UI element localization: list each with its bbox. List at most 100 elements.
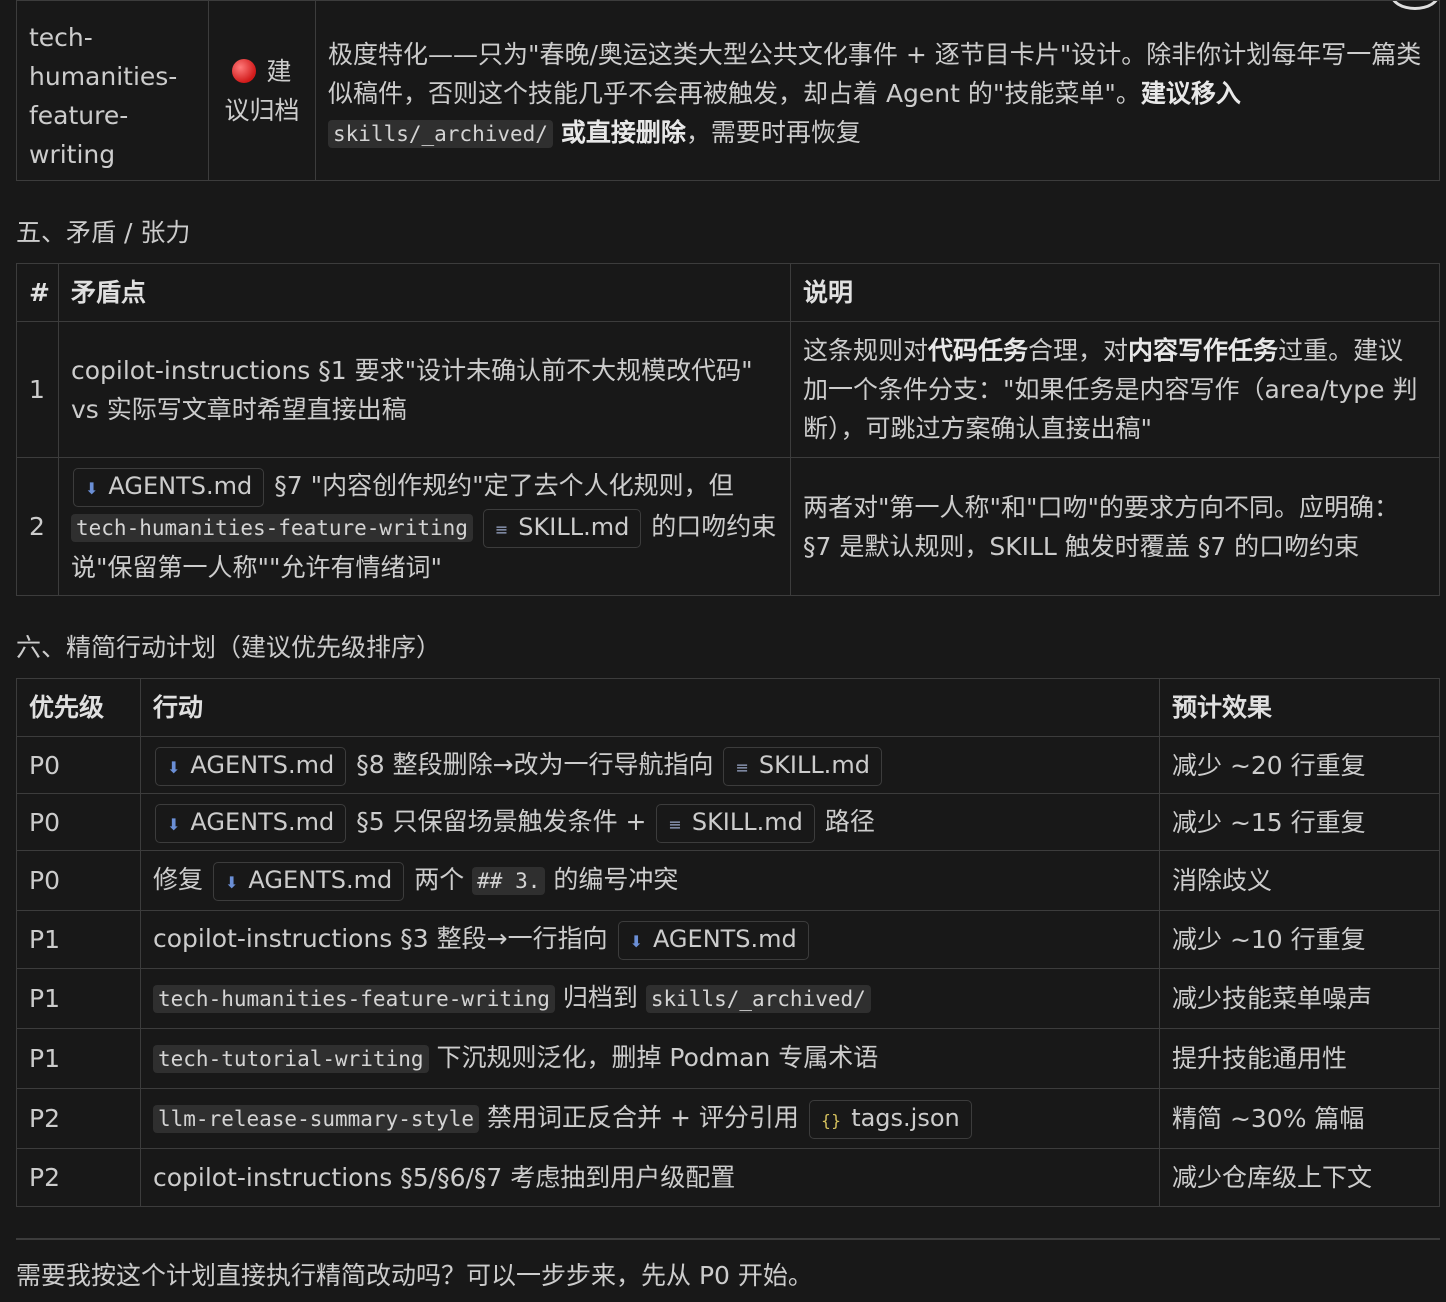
priority-cell: P1 bbox=[16, 968, 141, 1029]
note-text: 合理，对 bbox=[1028, 336, 1129, 365]
markdown-file-icon: ⬇ bbox=[167, 757, 181, 777]
heading-code: ## 3. bbox=[472, 867, 546, 895]
markdown-file-icon: ⬇ bbox=[167, 814, 181, 834]
table-row: P1 tech-humanities-feature-writing 归档到 s… bbox=[16, 968, 1440, 1029]
file-reference[interactable]: ≡ SKILL.md bbox=[656, 803, 815, 843]
action-cell: 修复 ⬇ AGENTS.md 两个 ## 3. 的编号冲突 bbox=[140, 850, 1160, 911]
priority-cell: P2 bbox=[16, 1148, 141, 1207]
file-reference[interactable]: ⬇ AGENTS.md bbox=[155, 803, 347, 843]
effect-cell: 消除歧义 bbox=[1159, 850, 1440, 911]
file-reference[interactable]: ⬇ AGENTS.md bbox=[155, 746, 347, 786]
conflict-note: 这条规则对代码任务合理，对内容写作任务过重。建议加一个条件分支："如果任务是内容… bbox=[790, 321, 1440, 458]
file-reference[interactable]: ≡ SKILL.md bbox=[482, 508, 642, 548]
action-cell: copilot-instructions §5/§6/§7 考虑抽到用户级配置 bbox=[140, 1148, 1160, 1207]
file-reference[interactable]: ⬇ AGENTS.md bbox=[212, 862, 405, 901]
table-row: P2 copilot-instructions §5/§6/§7 考虑抽到用户级… bbox=[16, 1148, 1440, 1207]
effect-cell: 减少 ~20 行重复 bbox=[1159, 736, 1440, 794]
file-reference[interactable]: ⬇ AGENTS.md bbox=[617, 921, 809, 960]
file-name: SKILL.md bbox=[518, 512, 630, 541]
priority-cell: P2 bbox=[16, 1088, 141, 1149]
skill-code: llm-release-summary-style bbox=[153, 1105, 480, 1133]
point-text: §7 "内容创作规约"定了去个人化规则，但 bbox=[274, 470, 734, 500]
col-header-priority: 优先级 bbox=[16, 678, 141, 737]
priority-cell: P0 bbox=[16, 850, 141, 911]
note-text: 这条规则对 bbox=[803, 336, 929, 365]
effect-cell: 减少 ~10 行重复 bbox=[1159, 910, 1440, 969]
action-text: 的编号冲突 bbox=[553, 865, 679, 894]
action-text: 修复 bbox=[153, 865, 204, 894]
markdown-file-icon: ⬇ bbox=[224, 873, 239, 892]
file-name: SKILL.md bbox=[691, 807, 803, 836]
action-cell: ⬇ AGENTS.md §8 整段删除→改为一行导航指向 ≡ SKILL.md bbox=[140, 736, 1160, 794]
file-reference[interactable]: {} tags.json bbox=[808, 1100, 972, 1139]
text-file-icon: ≡ bbox=[668, 814, 682, 834]
effect-cell: 精简 ~30% 篇幅 bbox=[1159, 1088, 1440, 1149]
action-text: copilot-instructions §3 整段→一行指向 bbox=[153, 924, 608, 953]
action-text: §8 整段删除→改为一行导航指向 bbox=[356, 749, 714, 779]
table-row: 1 copilot-instructions §1 要求"设计未确认前不大规模改… bbox=[16, 321, 1440, 458]
row-num: 1 bbox=[16, 321, 59, 458]
file-name: AGENTS.md bbox=[248, 866, 393, 894]
priority-cell: P1 bbox=[16, 910, 141, 969]
status-cell: 建议归档 bbox=[208, 0, 316, 181]
action-text: 两个 bbox=[414, 865, 465, 894]
file-name: AGENTS.md bbox=[652, 925, 797, 953]
conflict-table: # 矛盾点 说明 1 copilot-instructions §1 要求"设计… bbox=[16, 263, 1440, 596]
action-text: §5 只保留场景触发条件 + bbox=[356, 806, 647, 836]
action-plan-table: 优先级 行动 预计效果 P0 ⬇ AGENTS.md §8 整段删除→改为一行导航… bbox=[16, 678, 1440, 1207]
action-cell: tech-tutorial-writing 下沉规则泛化，删掉 Podman 专… bbox=[140, 1028, 1160, 1089]
skill-code: tech-humanities-feature-writing bbox=[153, 985, 555, 1013]
red-circle-icon bbox=[232, 58, 257, 83]
file-name: AGENTS.md bbox=[108, 471, 253, 500]
action-text: 路径 bbox=[824, 806, 875, 836]
effect-cell: 减少仓库级上下文 bbox=[1159, 1148, 1440, 1207]
effect-cell: 提升技能通用性 bbox=[1159, 1028, 1440, 1089]
priority-cell: P0 bbox=[16, 793, 141, 851]
action-cell: copilot-instructions §3 整段→一行指向 ⬇ AGENTS.… bbox=[140, 910, 1160, 969]
col-header-effect: 预计效果 bbox=[1159, 678, 1440, 737]
desc-text: ，需要时再恢复 bbox=[685, 118, 861, 147]
section-5-title: 五、矛盾 / 张力 bbox=[16, 218, 191, 247]
desc-text: 极度特化——只为"春晚/奥运这类大型公共文化事件 + 逐节目卡片"设计。除非你计… bbox=[328, 40, 1422, 108]
col-header-note: 说明 bbox=[790, 263, 1440, 322]
action-cell: tech-humanities-feature-writing 归档到 skil… bbox=[140, 968, 1160, 1029]
action-text: 禁用词正反合并 + 评分引用 bbox=[487, 1103, 799, 1132]
row-num: 2 bbox=[16, 457, 59, 596]
json-file-icon: {} bbox=[820, 1111, 842, 1130]
effect-cell: 减少技能菜单噪声 bbox=[1159, 968, 1440, 1029]
note-bold: 内容写作任务 bbox=[1128, 336, 1279, 365]
action-text: 归档到 bbox=[562, 983, 638, 1012]
footer-question: 需要我按这个计划直接执行精简改动吗？可以一步步来，先从 P0 开始。 bbox=[16, 1261, 813, 1290]
skill-code: tech-tutorial-writing bbox=[153, 1045, 429, 1073]
archive-table: tech-humanities-feature-writing 建议归档 极度特… bbox=[16, 0, 1440, 181]
archived-path-code: skills/_archived/ bbox=[328, 120, 553, 148]
col-header-num: # bbox=[16, 263, 59, 322]
desc-bold: 或直接删除 bbox=[560, 118, 686, 147]
markdown-file-icon: ⬇ bbox=[629, 932, 643, 951]
table-row: P0 ⬇ AGENTS.md §8 整段删除→改为一行导航指向 ≡ SKILL.md… bbox=[16, 736, 1440, 794]
table-row: P2 llm-release-summary-style 禁用词正反合并 + 评… bbox=[16, 1088, 1440, 1149]
markdown-file-icon: ⬇ bbox=[85, 478, 99, 498]
description-cell: 极度特化——只为"春晚/奥运这类大型公共文化事件 + 逐节目卡片"设计。除非你计… bbox=[315, 0, 1440, 181]
col-header-action: 行动 bbox=[140, 678, 1160, 737]
effect-cell: 减少 ~15 行重复 bbox=[1159, 793, 1440, 851]
table-row: 2 ⬇ AGENTS.md §7 "内容创作规约"定了去个人化规则，但 tech-… bbox=[16, 457, 1440, 596]
conflict-point: ⬇ AGENTS.md §7 "内容创作规约"定了去个人化规则，但 tech-hu… bbox=[58, 457, 791, 596]
action-text: 下沉规则泛化，删掉 Podman 专属术语 bbox=[436, 1043, 879, 1072]
divider bbox=[16, 1238, 1440, 1240]
file-reference[interactable]: ⬇ AGENTS.md bbox=[73, 467, 265, 507]
skill-name-cell: tech-humanities-feature-writing bbox=[16, 0, 209, 181]
file-name: SKILL.md bbox=[758, 750, 870, 779]
table-row: P1 tech-tutorial-writing 下沉规则泛化，删掉 Podma… bbox=[16, 1028, 1440, 1089]
action-cell: ⬇ AGENTS.md §5 只保留场景触发条件 + ≡ SKILL.md 路径 bbox=[140, 793, 1160, 851]
priority-cell: P0 bbox=[16, 736, 141, 794]
action-cell: llm-release-summary-style 禁用词正反合并 + 评分引用… bbox=[140, 1088, 1160, 1149]
note-bold: 代码任务 bbox=[928, 336, 1029, 365]
table-row: P0 ⬇ AGENTS.md §5 只保留场景触发条件 + ≡ SKILL.md 路… bbox=[16, 793, 1440, 851]
skill-code: tech-humanities-feature-writing bbox=[71, 513, 473, 542]
col-header-point: 矛盾点 bbox=[58, 263, 791, 322]
file-reference[interactable]: ≡ SKILL.md bbox=[723, 746, 882, 786]
file-name: AGENTS.md bbox=[190, 750, 335, 779]
table-row: P0 修复 ⬇ AGENTS.md 两个 ## 3. 的编号冲突 消除歧义 bbox=[16, 850, 1440, 911]
file-name: tags.json bbox=[851, 1104, 960, 1132]
